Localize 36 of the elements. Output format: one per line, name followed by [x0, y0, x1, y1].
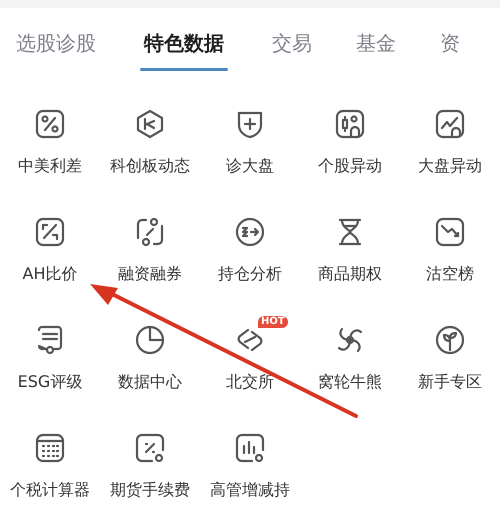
feature-label[interactable]: 北交所	[226, 372, 274, 392]
calculator-icon	[34, 432, 66, 464]
percent-tag-icon	[134, 432, 166, 464]
feature-label[interactable]: 期货手续费	[110, 480, 190, 500]
tab[interactable]: 特色数据	[140, 8, 228, 80]
feature-label[interactable]: ESG评级	[18, 372, 82, 392]
tab[interactable]: 选股诊股	[16, 8, 96, 80]
swap-icon	[134, 216, 166, 248]
feature-label[interactable]: 数据中心	[118, 372, 182, 392]
feature-label[interactable]: 诊大盘	[226, 156, 274, 176]
feature-label[interactable]: 新手专区	[418, 372, 482, 392]
feature-label[interactable]: 中美利差	[18, 156, 82, 176]
percent-icon	[34, 108, 66, 140]
feature-label[interactable]: 融资融券	[118, 264, 182, 284]
feature-label[interactable]: 持仓分析	[218, 264, 282, 284]
line-chart-icon	[434, 108, 466, 140]
sprout-icon	[434, 324, 466, 356]
feature-label[interactable]: 大盘异动	[418, 156, 482, 176]
feature-label[interactable]: 沽空榜	[426, 264, 474, 284]
feature-label[interactable]: AH比价	[22, 264, 78, 284]
tab[interactable]: 资	[440, 8, 460, 80]
pie-chart-icon	[134, 324, 166, 356]
tab[interactable]: 交易	[272, 8, 312, 80]
feature-label[interactable]: 个股异动	[318, 156, 382, 176]
candlestick-icon	[334, 108, 366, 140]
bar-chart-icon	[234, 432, 266, 464]
percent-icon	[34, 216, 66, 248]
feature-label[interactable]: 科创板动态	[110, 156, 190, 176]
feature-label[interactable]: 个税计算器	[10, 480, 90, 500]
falling-chart-icon	[434, 216, 466, 248]
feature-label[interactable]: 商品期权	[318, 264, 382, 284]
feature-label[interactable]: 窝轮牛熊	[318, 372, 382, 392]
hot-badge: HOT	[258, 316, 288, 328]
hexagon-icon	[134, 108, 166, 140]
tab[interactable]: 基金	[356, 8, 396, 80]
feature-label[interactable]: 高管增减持	[210, 480, 290, 500]
